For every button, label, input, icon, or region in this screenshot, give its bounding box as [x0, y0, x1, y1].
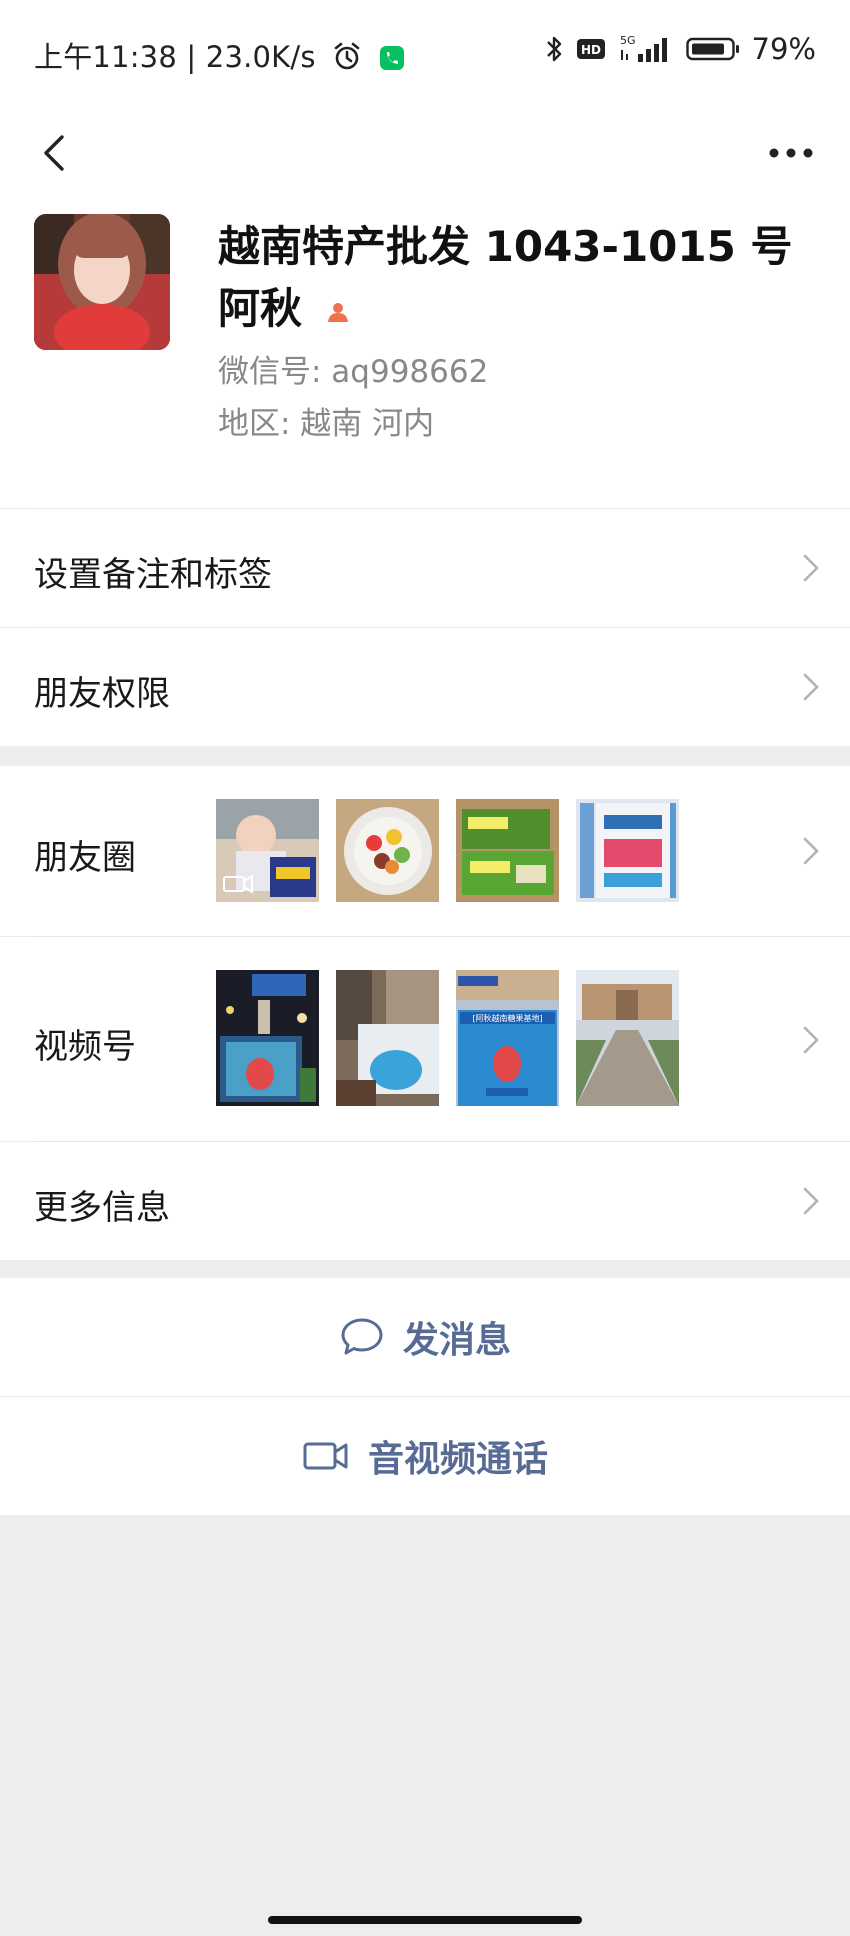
chevron-right-icon — [803, 673, 819, 701]
signal-icon: 5G — [620, 34, 667, 62]
more-info-row[interactable]: 更多信息 — [0, 1142, 850, 1260]
status-left: 上午11:38 | 23.0K/s — [34, 34, 405, 76]
status-speed: 23.0K/s — [205, 40, 316, 74]
chevron-right-icon — [803, 837, 819, 865]
moments-row[interactable]: 朋友圈 — [0, 766, 850, 936]
channels-thumbnail — [216, 970, 319, 1106]
svg-text:HD: HD — [581, 43, 601, 57]
phone-call-icon — [379, 46, 404, 70]
status-right: HD 5G 79% — [544, 32, 816, 66]
profile-header: 越南特产批发 1043-1015 号 阿秋 微信号: aq998662 地区: … — [0, 196, 850, 508]
remark-row[interactable]: 设置备注和标签 — [0, 509, 850, 627]
avatar[interactable] — [34, 214, 170, 350]
hd-icon: HD — [576, 39, 605, 59]
video-call-label: 音视频通话 — [367, 1439, 548, 1480]
chat-bubble-icon — [341, 1318, 383, 1355]
moments-thumbnail — [336, 799, 439, 902]
more-button[interactable] — [756, 110, 826, 196]
profile-name-text: 越南特产批发 1043-1015 号 阿秋 — [218, 222, 793, 333]
home-indicator[interactable] — [268, 1916, 582, 1924]
more-dots-icon — [769, 148, 813, 158]
back-arrow-icon — [44, 135, 64, 171]
profile-name: 越南特产批发 1043-1015 号 阿秋 — [218, 216, 808, 340]
video-call-button[interactable]: 音视频通话 — [0, 1397, 850, 1515]
alarm-icon — [334, 42, 360, 70]
battery-icon — [685, 37, 739, 61]
nav-bar — [0, 110, 850, 196]
channels-row[interactable]: 视频号 [阿秋越南糖果基地] — [0, 937, 850, 1141]
channels-thumbnail: [阿秋越南糖果基地] — [456, 970, 559, 1106]
send-message-button[interactable]: 发消息 — [0, 1278, 850, 1396]
battery-percent: 79% — [751, 32, 816, 66]
video-camera-icon — [303, 1442, 348, 1470]
moments-thumbnail — [576, 799, 679, 902]
remark-label: 设置备注和标签 — [34, 555, 272, 595]
bluetooth-icon — [546, 36, 561, 62]
send-message-label: 发消息 — [402, 1320, 511, 1361]
channels-thumbnail — [576, 970, 679, 1106]
chevron-right-icon — [803, 1187, 819, 1215]
moments-label: 朋友圈 — [34, 838, 136, 878]
permission-row[interactable]: 朋友权限 — [0, 628, 850, 746]
chevron-right-icon — [803, 554, 819, 582]
permission-label: 朋友权限 — [34, 674, 170, 714]
chevron-right-icon — [803, 1026, 819, 1054]
wechat-id: 微信号: aq998662 — [218, 354, 489, 390]
status-time: 上午11:38 — [34, 40, 177, 74]
status-bar: 上午11:38 | 23.0K/s HD 5G 79% — [0, 0, 850, 110]
region: 地区: 越南 河内 — [218, 406, 435, 442]
back-button[interactable] — [24, 110, 84, 196]
channels-thumbnail — [336, 970, 439, 1106]
more-info-label: 更多信息 — [34, 1188, 170, 1228]
channels-label: 视频号 — [34, 1027, 136, 1067]
channels-thumbnail-banner: [阿秋越南糖果基地] — [472, 1013, 542, 1023]
network-type: 5G — [620, 34, 636, 47]
person-badge-icon — [327, 302, 348, 322]
moments-thumbnail — [456, 799, 559, 902]
moments-thumbnail — [216, 799, 319, 902]
